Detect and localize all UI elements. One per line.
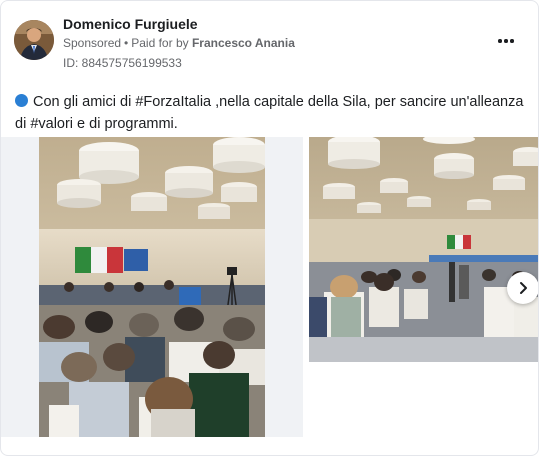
event-photo-2[interactable] — [309, 137, 538, 362]
blue-circle-icon — [15, 94, 28, 107]
ad-id: ID: 884575756199533 — [63, 56, 182, 70]
more-options-button[interactable] — [494, 32, 518, 50]
payer-name[interactable]: Francesco Anania — [192, 36, 295, 50]
ad-post-card: Domenico Furgiuele Sponsored • Paid for by… — [0, 0, 539, 456]
author-name[interactable]: Domenico Furgiuele — [63, 16, 198, 32]
post-body: Con gli amici di #ForzaItalia ,nella cap… — [15, 91, 525, 135]
separator-dot: • — [124, 36, 129, 50]
media-carousel — [1, 137, 538, 437]
carousel-card-1[interactable] — [1, 137, 303, 437]
sponsored-line: Sponsored • Paid for by Francesco Anania — [63, 36, 295, 50]
paid-for-by-label: Paid for by — [131, 36, 189, 50]
post-text: Con gli amici di #ForzaItalia ,nella cap… — [15, 94, 524, 132]
carousel-next-button[interactable] — [507, 272, 538, 304]
sponsored-label: Sponsored — [63, 36, 122, 50]
post-header: Domenico Furgiuele Sponsored • Paid for by… — [14, 12, 524, 72]
author-avatar[interactable] — [14, 20, 54, 60]
chevron-right-icon — [520, 282, 527, 294]
more-options-icon — [498, 39, 502, 43]
event-photo-1[interactable] — [39, 137, 265, 437]
